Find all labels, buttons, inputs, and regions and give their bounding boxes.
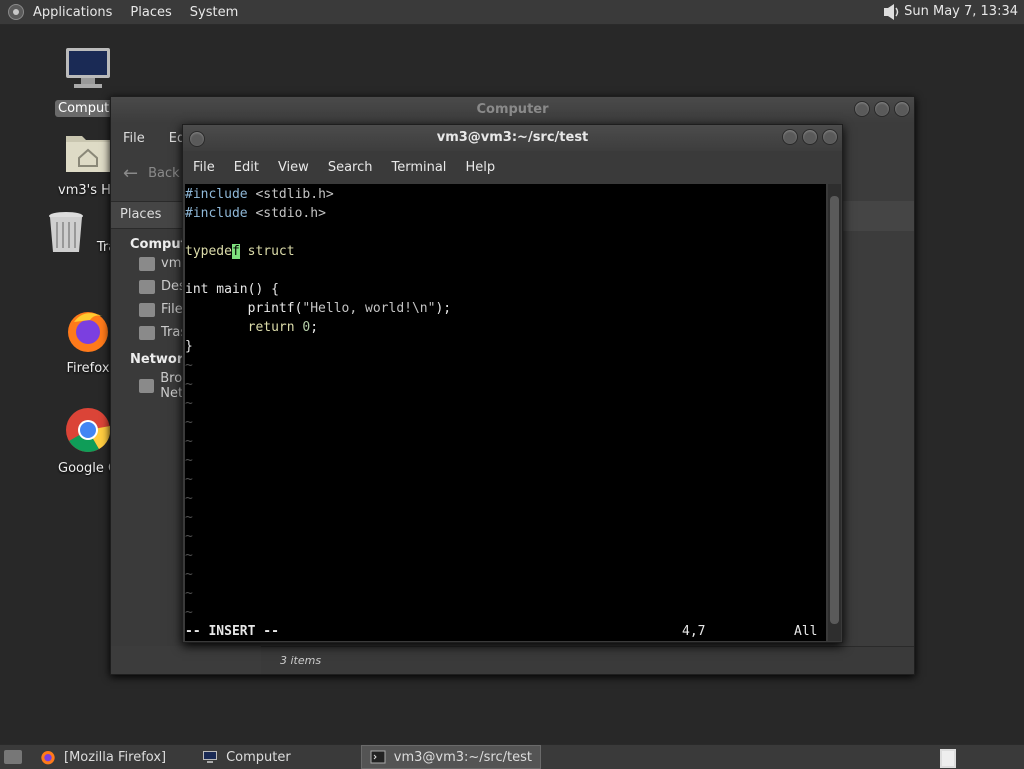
taskbar-item-label: [Mozilla Firefox]	[64, 749, 167, 765]
code-line: }	[185, 339, 193, 354]
vim-statusline: -- INSERT -- 4,7 All	[185, 622, 826, 641]
terminal-window[interactable]: vm3@vm3:~/src/test File Edit View Search…	[182, 124, 843, 643]
taskbar-item-label: Computer	[226, 749, 291, 765]
menu-file[interactable]: File	[111, 131, 157, 146]
code-line: printf("Hello, world!\n");	[185, 301, 452, 316]
minimize-button[interactable]	[854, 101, 870, 117]
menu-search[interactable]: Search	[318, 160, 382, 175]
home-icon	[139, 256, 155, 271]
code-line: typedef struct	[185, 244, 295, 259]
top-panel: Applications Places System Sun May 7, 13…	[0, 0, 1024, 25]
code-line: return 0;	[185, 320, 319, 335]
empty-line-marker: ~	[185, 434, 193, 449]
file-manager-location-bar	[841, 201, 914, 231]
trash-icon	[48, 212, 83, 252]
show-desktop-icon[interactable]	[4, 750, 22, 764]
network-icon	[139, 379, 155, 393]
empty-line-marker: ~	[185, 396, 193, 411]
menu-view[interactable]: View	[268, 160, 318, 175]
scroll-position: All	[794, 624, 818, 639]
window-title: Computer	[476, 102, 549, 117]
close-button[interactable]	[822, 129, 838, 145]
volume-icon[interactable]	[882, 3, 902, 21]
code-line: int main() {	[185, 282, 279, 297]
terminal-scrollbar[interactable]	[828, 184, 841, 641]
back-button-label[interactable]: Back	[148, 166, 180, 181]
terminal-icon	[370, 750, 386, 764]
maximize-button[interactable]	[874, 101, 890, 117]
menu-applications[interactable]: Applications	[24, 5, 121, 20]
back-arrow-icon[interactable]: ←	[123, 163, 138, 184]
computer-icon	[203, 751, 218, 763]
empty-line-marker: ~	[185, 586, 193, 601]
firefox-icon	[41, 751, 55, 765]
cursor-position: 4,7	[682, 624, 706, 639]
scrollbar-thumb[interactable]	[830, 196, 839, 624]
file-manager-statusbar: 3 items	[261, 646, 914, 674]
menu-edit[interactable]: Edit	[224, 160, 268, 175]
text-cursor: f	[231, 244, 240, 259]
app-menu-logo-icon[interactable]	[8, 4, 24, 20]
terminal-titlebar[interactable]: vm3@vm3:~/src/test	[183, 125, 842, 151]
terminal-menubar: File Edit View Search Terminal Help	[183, 151, 842, 183]
taskbar-item-firefox[interactable]: [Mozilla Firefox]	[32, 746, 174, 768]
workspace-switcher-icon[interactable]	[940, 749, 956, 768]
window-controls	[854, 101, 910, 117]
window-title: vm3@vm3:~/src/test	[436, 130, 589, 145]
menu-places[interactable]: Places	[121, 5, 180, 20]
empty-line-marker: ~	[185, 472, 193, 487]
menu-help[interactable]: Help	[455, 160, 504, 175]
minimize-button[interactable]	[782, 129, 798, 145]
trash-icon	[139, 325, 155, 340]
taskbar-item-label: vm3@vm3:~/src/test	[393, 749, 532, 765]
code-line: #include <stdlib.h>	[185, 187, 334, 202]
firefox-icon	[68, 312, 108, 352]
vim-mode: -- INSERT --	[185, 624, 279, 639]
chrome-icon	[66, 408, 111, 452]
terminal-body[interactable]: #include <stdlib.h> #include <stdio.h> t…	[185, 184, 826, 641]
empty-line-marker: ~	[185, 453, 193, 468]
empty-line-marker: ~	[185, 510, 193, 525]
file-manager-titlebar[interactable]: Computer	[111, 97, 914, 123]
bottom-taskbar: [Mozilla Firefox] Computer vm3@vm3:~/src…	[0, 744, 1024, 769]
empty-line-marker: ~	[185, 548, 193, 563]
menu-system[interactable]: System	[181, 5, 247, 20]
taskbar-item-terminal[interactable]: vm3@vm3:~/src/test	[360, 745, 541, 769]
empty-line-marker: ~	[185, 415, 193, 430]
empty-line-marker: ~	[185, 567, 193, 582]
empty-line-marker: ~	[185, 358, 193, 373]
home-folder-icon	[66, 136, 110, 172]
clock[interactable]: Sun May 7, 13:34	[904, 4, 1018, 19]
desktop-icon	[139, 279, 155, 294]
computer-icon	[66, 48, 110, 88]
empty-line-marker: ~	[185, 377, 193, 392]
desktop-icon-label: Firefox	[66, 361, 110, 376]
window-controls	[782, 129, 838, 145]
empty-line-marker: ~	[185, 491, 193, 506]
code-line: #include <stdio.h>	[185, 206, 326, 221]
maximize-button[interactable]	[802, 129, 818, 145]
menu-file[interactable]: File	[183, 160, 224, 175]
empty-line-marker: ~	[185, 605, 193, 620]
menu-terminal[interactable]: Terminal	[381, 160, 455, 175]
taskbar-item-computer[interactable]: Computer	[194, 746, 299, 768]
window-menu-button[interactable]	[189, 131, 205, 147]
close-button[interactable]	[894, 101, 910, 117]
empty-line-marker: ~	[185, 529, 193, 544]
drive-icon	[139, 302, 155, 317]
